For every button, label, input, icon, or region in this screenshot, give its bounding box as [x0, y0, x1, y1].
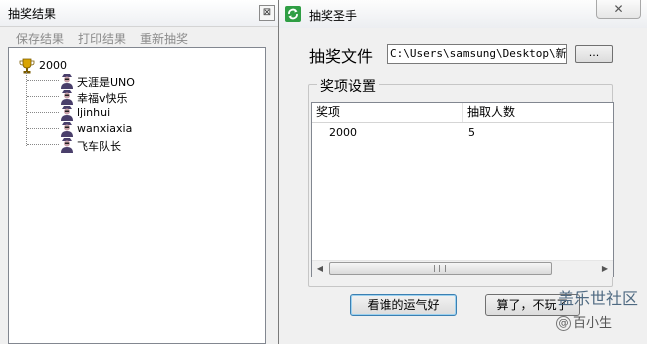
- tree-node-label: 天涯是UNO: [77, 76, 135, 89]
- scroll-right-icon[interactable]: ▶: [597, 261, 613, 277]
- results-menubar: 保存结果 打印结果 重新抽奖: [0, 28, 281, 46]
- watermark-user: @ 百小生: [556, 312, 612, 331]
- tree-branch: [27, 96, 59, 97]
- watermark-forum: 盖乐世社区: [558, 289, 639, 308]
- tree-node[interactable]: 幸福v快乐: [27, 89, 247, 105]
- cell-count: 5: [468, 126, 475, 139]
- person-icon: [61, 106, 73, 121]
- person-icon: [61, 122, 73, 137]
- refresh-icon: [288, 8, 298, 20]
- prize-list[interactable]: 奖项 抽取人数 2000 5 ◀ ▶: [311, 102, 614, 277]
- prize-list-header: 奖项 抽取人数: [312, 103, 613, 123]
- watermark-username: 百小生: [573, 316, 613, 331]
- menu-save-results[interactable]: 保存结果: [16, 30, 64, 47]
- scrollbar-thumb[interactable]: [329, 262, 552, 275]
- close-icon[interactable]: ✕: [596, 0, 641, 19]
- dialog-title: 抽奖圣手: [309, 9, 358, 23]
- table-row[interactable]: 2000 5: [312, 124, 613, 141]
- person-icon: [61, 74, 73, 89]
- at-icon: @: [556, 316, 571, 331]
- person-icon: [61, 90, 73, 105]
- results-window-title: 抽奖结果: [8, 7, 57, 21]
- tree-branch: [27, 112, 59, 113]
- app-icon: [285, 6, 301, 22]
- person-icon: [61, 138, 73, 153]
- browse-button[interactable]: ...: [575, 45, 613, 63]
- column-header-count[interactable]: 抽取人数: [463, 103, 613, 122]
- tree-node[interactable]: 天涯是UNO: [27, 73, 247, 89]
- lottery-dialog: 抽奖圣手 ✕ 抽奖文件 C:\Users\samsung\Desktop\新建 …: [278, 0, 647, 344]
- tree-node-label: 幸福v快乐: [77, 92, 128, 105]
- cell-prize: 2000: [329, 126, 357, 139]
- draw-button[interactable]: 看谁的运气好: [350, 294, 457, 316]
- tree-branch: [27, 128, 59, 129]
- tree-node[interactable]: wanxiaxia: [27, 121, 247, 137]
- menu-redraw[interactable]: 重新抽奖: [140, 30, 188, 47]
- tree-root-label: 2000: [39, 59, 67, 72]
- horizontal-scrollbar[interactable]: ◀ ▶: [312, 260, 613, 277]
- tree-node[interactable]: 飞车队长: [27, 137, 247, 153]
- tree-node-label: ljinhui: [77, 106, 111, 119]
- tree-branch: [27, 80, 59, 81]
- dialog-titlebar: 抽奖圣手 ✕: [279, 0, 647, 28]
- results-titlebar: 抽奖结果 ⊠: [0, 0, 281, 27]
- tree-node-label: wanxiaxia: [77, 122, 133, 135]
- file-path-field[interactable]: C:\Users\samsung\Desktop\新建: [387, 44, 567, 64]
- prize-settings-title: 奖项设置: [317, 76, 379, 96]
- tree-node-label: 飞车队长: [77, 140, 121, 153]
- column-header-prize[interactable]: 奖项: [312, 103, 462, 122]
- results-window: 抽奖结果 ⊠ 保存结果 打印结果 重新抽奖 2000 天涯是UNO 幸福v快乐 …: [0, 0, 281, 344]
- results-tree: 2000 天涯是UNO 幸福v快乐 ljinhui wanxiaxia 飞车队长: [8, 47, 266, 344]
- grip-icon: [434, 265, 446, 272]
- tree-node[interactable]: ljinhui: [27, 105, 247, 121]
- menu-print-results[interactable]: 打印结果: [78, 30, 126, 47]
- file-label: 抽奖文件: [309, 47, 374, 66]
- tree-branch: [27, 144, 59, 145]
- trophy-icon: [19, 58, 35, 74]
- close-icon[interactable]: ⊠: [259, 5, 275, 21]
- scroll-left-icon[interactable]: ◀: [312, 261, 328, 277]
